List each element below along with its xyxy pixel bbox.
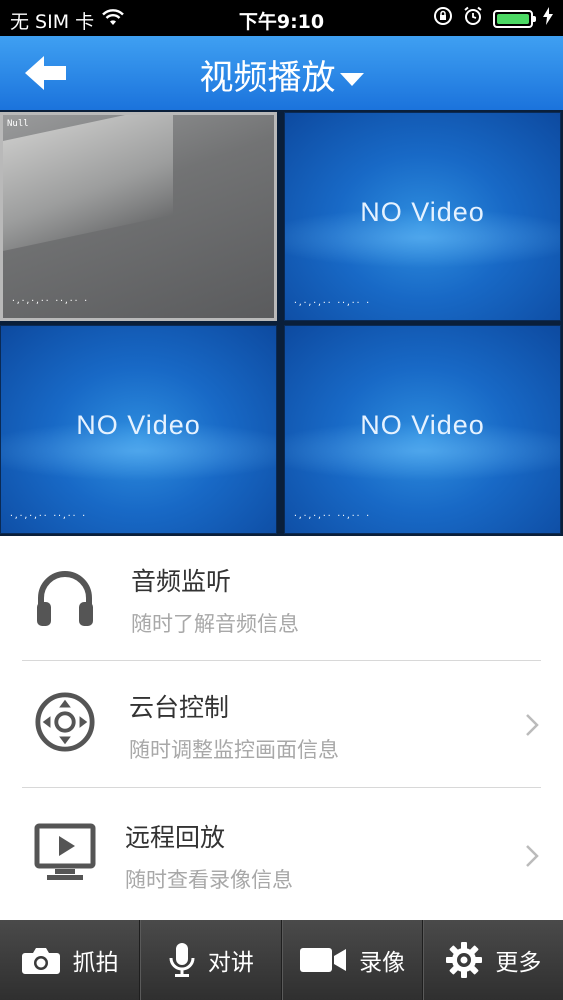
no-video-label: NO Video <box>360 410 485 440</box>
camera-osd: ·,·,·,·· ··,·· · <box>9 511 87 520</box>
camera-osd: ·,·,·,·· ··,·· · <box>293 511 371 520</box>
more-button[interactable]: 更多 <box>422 920 563 1000</box>
playback-monitor-icon <box>34 823 96 880</box>
camera-osd: ·,·,·,·· ··,·· · <box>293 298 371 307</box>
feature-list: 音频监听 随时了解音频信息 云台控制 随时调整监控画面信息 远程回放 随时查看录… <box>0 536 563 919</box>
video-cell-2[interactable]: NO Video ·,·,·,·· ··,·· · <box>284 112 561 321</box>
item-subtitle: 随时了解音频信息 <box>131 612 299 636</box>
item-title: 云台控制 <box>129 693 230 722</box>
item-subtitle: 随时查看录像信息 <box>125 868 293 892</box>
list-item-remote-playback[interactable]: 远程回放 随时查看录像信息 <box>0 788 563 914</box>
video-grid: Null ·,·,·,·· ··,·· · NO Video ·,·,·,·· … <box>0 110 563 536</box>
record-button[interactable]: 录像 <box>281 920 423 1000</box>
charging-icon <box>543 7 553 30</box>
alarm-icon <box>463 6 483 31</box>
status-bar: 无 SIM 卡 下午9:10 <box>0 0 563 36</box>
channel-selector[interactable]: 视频播放 <box>0 50 563 99</box>
gear-icon <box>446 942 483 978</box>
no-video-label: NO Video <box>360 197 485 227</box>
rotation-lock-icon <box>433 6 453 31</box>
camera-icon <box>21 948 60 974</box>
talk-label: 对讲 <box>207 950 254 976</box>
video-cell-4[interactable]: NO Video ·,·,·,·· ··,·· · <box>284 325 561 534</box>
bottom-toolbar: 抓拍 对讲 录像 更多 <box>0 920 563 1000</box>
chevron-right-icon <box>526 714 539 736</box>
video-cell-1[interactable]: Null ·,·,·,·· ··,·· · <box>0 112 277 321</box>
camera-timestamp: Null <box>7 119 29 129</box>
headphones-icon <box>37 571 93 626</box>
nav-bar: 视频播放 <box>0 36 563 110</box>
video-camera-icon <box>300 948 347 972</box>
video-cell-3[interactable]: NO Video ·,·,·,·· ··,·· · <box>0 325 277 534</box>
ptz-control-icon <box>35 692 95 752</box>
more-label: 更多 <box>495 950 542 976</box>
camera-osd: ·,·,·,·· ··,·· · <box>11 296 89 305</box>
snapshot-button[interactable]: 抓拍 <box>0 920 141 1000</box>
item-title: 远程回放 <box>125 823 226 852</box>
page-title: 视频播放 <box>199 58 336 98</box>
battery-icon <box>493 9 536 28</box>
microphone-icon <box>169 943 195 977</box>
caret-down-icon <box>339 73 364 86</box>
no-video-label: NO Video <box>76 410 201 440</box>
talk-button[interactable]: 对讲 <box>140 920 282 1000</box>
list-item-ptz-control[interactable]: 云台控制 随时调整监控画面信息 <box>0 661 563 787</box>
item-subtitle: 随时调整监控画面信息 <box>129 738 339 762</box>
record-label: 录像 <box>359 950 406 976</box>
item-title: 音频监听 <box>131 567 232 596</box>
chevron-right-icon <box>526 845 539 867</box>
snapshot-label: 抓拍 <box>72 950 119 976</box>
list-item-audio-monitor[interactable]: 音频监听 随时了解音频信息 <box>0 536 563 662</box>
